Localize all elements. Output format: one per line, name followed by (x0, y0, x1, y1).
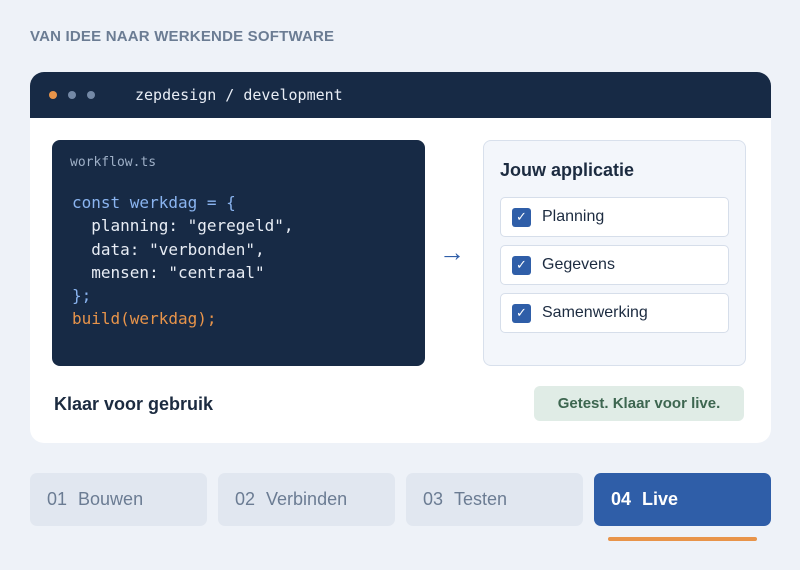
eyebrow-heading: VAN IDEE NAAR WERKENDE SOFTWARE (30, 28, 335, 45)
step-label: Bouwen (78, 489, 144, 509)
code-line-4: mensen: "centraal" (72, 262, 265, 282)
step-number: 04 (611, 489, 632, 509)
window-dot-maximize-icon[interactable] (87, 91, 95, 99)
app-preview-panel: Jouw applicatie ✓ Planning ✓ Gegevens ✓ … (483, 140, 746, 366)
checklist-item-planning[interactable]: ✓ Planning (500, 197, 729, 237)
checkmark-icon[interactable]: ✓ (512, 303, 531, 323)
status-text: Klaar voor gebruik (54, 394, 214, 414)
app-window: zepdesign / development workflow.ts cons… (30, 72, 771, 443)
code-line-1: const werkdag = { (72, 193, 236, 212)
code-line-3: data: "verbonden", (72, 239, 265, 259)
code-filename: workflow.ts (70, 155, 157, 170)
checkmark-icon[interactable]: ✓ (512, 255, 531, 275)
app-heading: Jouw applicatie (500, 160, 635, 180)
step-number: 02 (235, 489, 256, 509)
step-number: 03 (423, 489, 444, 509)
active-step-indicator (608, 537, 757, 541)
step-verbinden[interactable]: 02 Verbinden (218, 473, 395, 526)
status-badge: Getest. Klaar voor live. (534, 386, 744, 421)
checklist-item-samenwerking[interactable]: ✓ Samenwerking (500, 293, 729, 333)
code-line-5: }; (72, 286, 92, 306)
code-line-2: planning: "geregeld", (72, 216, 294, 236)
checklist-item-gegevens[interactable]: ✓ Gegevens (500, 245, 729, 285)
step-testen[interactable]: 03 Testen (406, 473, 583, 526)
window-path: zepdesign / development (135, 86, 343, 104)
step-bouwen[interactable]: 01 Bouwen (30, 473, 207, 526)
code-line-6: build(werkdag); (72, 309, 217, 329)
step-label: Verbinden (266, 489, 348, 509)
window-dot-minimize-icon[interactable] (68, 91, 76, 99)
step-number: 01 (47, 489, 68, 509)
code-lines: const werkdag = { planning: "geregeld", … (72, 191, 294, 331)
checklist-label: Planning (542, 208, 605, 225)
step-live[interactable]: 04 Live (594, 473, 771, 526)
checklist-label: Gegevens (542, 256, 615, 273)
step-label: Live (642, 489, 679, 509)
step-label: Testen (454, 489, 508, 509)
arrow-right-icon: → (439, 237, 465, 267)
checklist-label: Samenwerking (542, 304, 648, 321)
code-editor: workflow.ts const werkdag = { planning: … (52, 140, 425, 366)
checkmark-icon[interactable]: ✓ (512, 207, 531, 227)
window-titlebar: zepdesign / development (30, 72, 771, 118)
window-dot-close-icon[interactable] (49, 91, 57, 99)
